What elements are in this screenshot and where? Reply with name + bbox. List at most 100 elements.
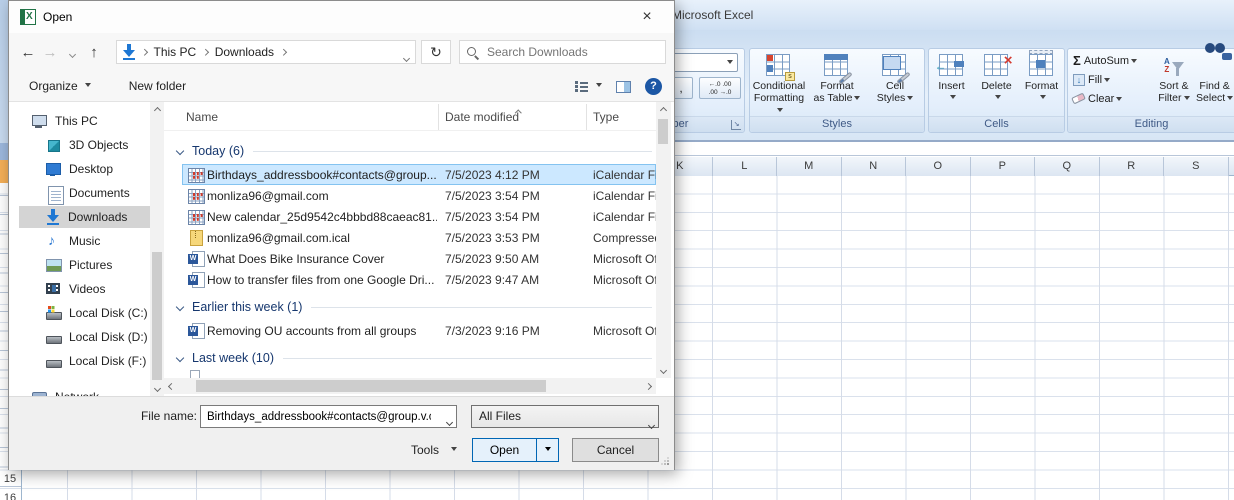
- search-box[interactable]: [459, 40, 666, 64]
- file-row[interactable]: What Does Bike Insurance Cover7/5/2023 9…: [182, 248, 656, 269]
- search-input[interactable]: [485, 44, 659, 60]
- increase-decimal-button[interactable]: ←.0 .00: [700, 81, 740, 89]
- excel-column-header-P[interactable]: P: [971, 157, 1036, 176]
- scroll-down-icon[interactable]: [656, 362, 671, 378]
- chevron-down-icon[interactable]: [447, 414, 452, 428]
- resize-grip[interactable]: [661, 457, 669, 465]
- group-header[interactable]: Last week (10): [164, 348, 656, 368]
- file-name: What Does Bike Insurance Cover: [207, 252, 437, 266]
- cancel-button[interactable]: Cancel: [572, 438, 659, 462]
- dropdown-arrow-icon: [854, 96, 860, 103]
- file-row[interactable]: Removing OU accounts from all groups7/3/…: [182, 320, 656, 341]
- excel-column-header-O[interactable]: O: [906, 157, 971, 176]
- dropdown-arrow-icon: [596, 83, 602, 90]
- file-name-input[interactable]: [205, 407, 433, 426]
- address-bar[interactable]: This PC Downloads: [116, 40, 416, 64]
- tools-button[interactable]: Tools: [401, 439, 467, 461]
- excel-column-header-N[interactable]: N: [842, 157, 907, 176]
- open-button[interactable]: Open: [472, 438, 559, 462]
- close-icon[interactable]: ×: [628, 3, 666, 31]
- scroll-down-icon[interactable]: [150, 380, 164, 396]
- scroll-up-icon[interactable]: [150, 102, 164, 118]
- disk-win-icon: [45, 305, 62, 321]
- group-header[interactable]: Earlier this week (1): [164, 297, 656, 317]
- file-type-dropdown[interactable]: All Files: [471, 405, 659, 428]
- dialog-launcher-icon[interactable]: ↘: [731, 120, 741, 130]
- sidebar-item-local-disk-c-[interactable]: Local Disk (C:): [19, 302, 150, 324]
- help-button[interactable]: ?: [645, 78, 662, 95]
- address-dropdown-chevron[interactable]: [404, 50, 409, 64]
- file-row[interactable]: monliza96@gmail.com.ical7/5/2023 3:53 PM…: [182, 227, 656, 248]
- decimal-buttons[interactable]: ←.0 .00 .00 →.0: [699, 77, 741, 99]
- sidebar-item-documents[interactable]: Documents: [19, 182, 150, 204]
- column-header-name[interactable]: Name: [186, 110, 218, 124]
- recent-locations-chevron[interactable]: [61, 44, 83, 61]
- refresh-button[interactable]: ↻: [421, 40, 451, 64]
- sidebar-item-desktop[interactable]: Desktop: [19, 158, 150, 180]
- scrollbar-thumb[interactable]: [196, 380, 546, 392]
- calendar-file-icon: [188, 168, 204, 182]
- file-list-vertical-scrollbar[interactable]: [656, 102, 671, 378]
- sidebar-item-3d-objects[interactable]: 3D Objects: [19, 134, 150, 156]
- view-mode-button[interactable]: [575, 81, 602, 92]
- excel-column-header-L[interactable]: L: [713, 157, 778, 176]
- excel-row-header-16[interactable]: 16: [0, 492, 20, 500]
- file-name-combobox[interactable]: [200, 405, 457, 428]
- sidebar-item-downloads[interactable]: Downloads: [19, 206, 150, 228]
- file-row[interactable]: monliza96@gmail.com7/5/2023 3:54 PMiCale…: [182, 185, 656, 206]
- scroll-up-icon[interactable]: [656, 102, 671, 118]
- new-folder-button[interactable]: New folder: [129, 79, 186, 93]
- sidebar-item-videos[interactable]: Videos: [19, 278, 150, 300]
- organize-button[interactable]: Organize: [29, 79, 91, 93]
- excel-column-header-Q[interactable]: Q: [1035, 157, 1100, 176]
- insert-icon: ←: [938, 53, 966, 79]
- scroll-left-icon[interactable]: [164, 378, 179, 394]
- file-row[interactable]: How to transfer files from one Google Dr…: [182, 269, 656, 290]
- scrollbar-thumb[interactable]: [658, 119, 668, 144]
- breadcrumb-downloads[interactable]: Downloads: [213, 45, 276, 59]
- sidebar-item-local-disk-f-[interactable]: Local Disk (F:): [19, 350, 150, 372]
- cell-styles-button[interactable]: Cell Styles: [866, 51, 924, 104]
- sidebar-scrollbar[interactable]: [150, 102, 164, 396]
- column-header-date-modified[interactable]: Date modified: [445, 110, 519, 124]
- sidebar-item-local-disk-d-[interactable]: Local Disk (D:): [19, 326, 150, 348]
- scrollbar-thumb[interactable]: [152, 252, 162, 380]
- open-split-dropdown[interactable]: [536, 439, 558, 461]
- autosum-button[interactable]: ΣAutoSum: [1071, 51, 1153, 70]
- conditional-formatting-button[interactable]: s Conditional Formatting: [750, 51, 808, 116]
- file-list-horizontal-scrollbar[interactable]: [164, 378, 656, 394]
- up-button[interactable]: ↑: [83, 44, 105, 61]
- sort-filter-button[interactable]: AZ Sort & Filter: [1153, 51, 1194, 104]
- excel-column-header-M[interactable]: M: [777, 157, 842, 176]
- fill-button[interactable]: ↓Fill: [1071, 70, 1153, 89]
- file-row[interactable]: New calendar_25d9542c4bbbd88caeac81...7/…: [182, 206, 656, 227]
- group-header[interactable]: Today (6): [164, 141, 656, 161]
- format-as-table-button[interactable]: Format as Table: [808, 51, 866, 104]
- scroll-right-icon[interactable]: [641, 378, 656, 394]
- sidebar-item-pictures[interactable]: Pictures: [19, 254, 150, 276]
- back-button[interactable]: ←: [17, 44, 39, 61]
- sidebar-item-this-pc[interactable]: This PC: [19, 110, 150, 132]
- sidebar-item-music[interactable]: Music: [19, 230, 150, 252]
- calendar-file-icon: [188, 189, 204, 203]
- column-header-type[interactable]: Type: [593, 110, 619, 124]
- column-divider[interactable]: [586, 104, 587, 130]
- preview-pane-icon[interactable]: [616, 81, 631, 93]
- dropdown-arrow-icon: [777, 108, 783, 115]
- clear-button[interactable]: Clear: [1071, 89, 1153, 108]
- excel-row-header-15[interactable]: 15: [0, 473, 20, 485]
- decrease-decimal-button[interactable]: .00 →.0: [700, 89, 740, 97]
- file-row[interactable]: Birthdays_addressbook#contacts@group...7…: [182, 164, 656, 185]
- excel-column-header-R[interactable]: R: [1100, 157, 1165, 176]
- dialog-titlebar[interactable]: Open ×: [9, 1, 674, 33]
- column-divider[interactable]: [438, 104, 439, 130]
- format-cells-button[interactable]: Format: [1020, 51, 1064, 100]
- breadcrumb-this-pc[interactable]: This PC: [152, 45, 199, 59]
- file-type: iCalendar File: [593, 210, 656, 224]
- sidebar-item-label: Documents: [69, 186, 130, 200]
- insert-cells-button[interactable]: ← Insert: [930, 51, 974, 100]
- find-select-button[interactable]: Find & Select: [1194, 51, 1234, 104]
- delete-cells-button[interactable]: × Delete: [975, 51, 1019, 100]
- excel-column-header-S[interactable]: S: [1164, 157, 1229, 176]
- sidebar-item-network[interactable]: Network: [19, 386, 150, 396]
